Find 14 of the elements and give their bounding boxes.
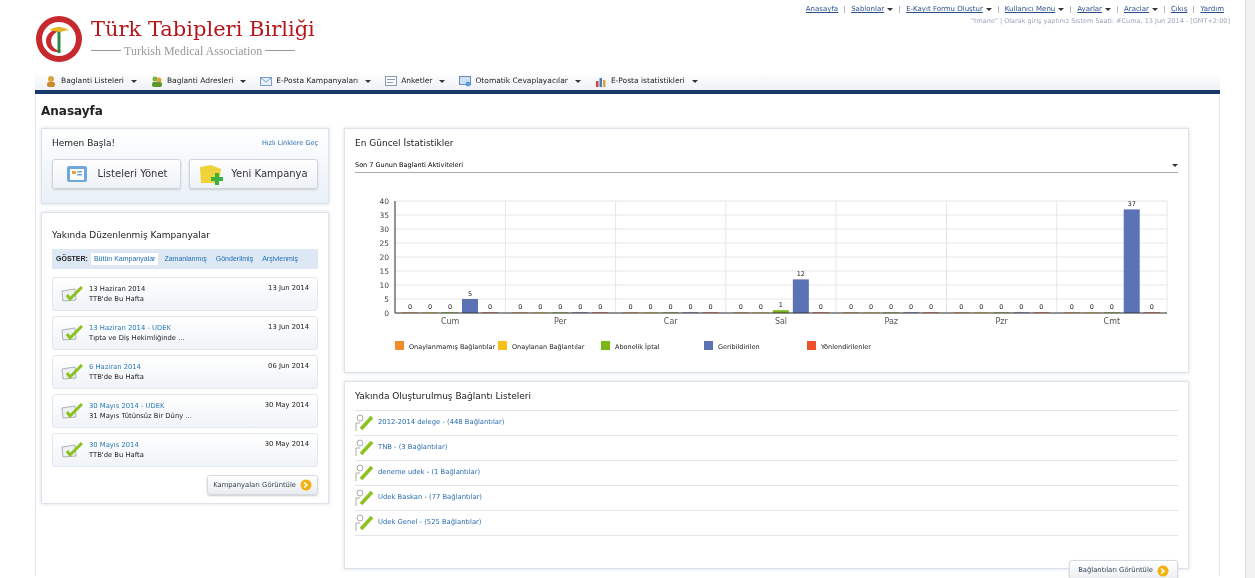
axis-label: Cum: [440, 317, 460, 327]
logo-subtitle: Turkish Medical Association: [124, 42, 263, 60]
page-title: Anasayfa: [41, 103, 104, 120]
panel-title: En Güncel İstatistikler: [355, 137, 455, 150]
axis-label: Car: [663, 317, 678, 327]
axis-label: Paz: [884, 317, 899, 327]
axis-label: Cmt: [1103, 317, 1121, 327]
panel-title: Hemen Başla!: [52, 137, 116, 150]
panel-title: Yakında Düzenlenmiş Kampanyalar: [52, 229, 211, 242]
axis-label: Pzr: [995, 317, 1008, 327]
panel-title: Yakında Oluşturulmuş Bağlantı Listeleri: [355, 390, 532, 403]
axis-label: Sal: [774, 317, 788, 327]
logo-title: Türk Tabipleri Birliği: [91, 18, 315, 42]
axis-label: Per: [554, 317, 567, 327]
